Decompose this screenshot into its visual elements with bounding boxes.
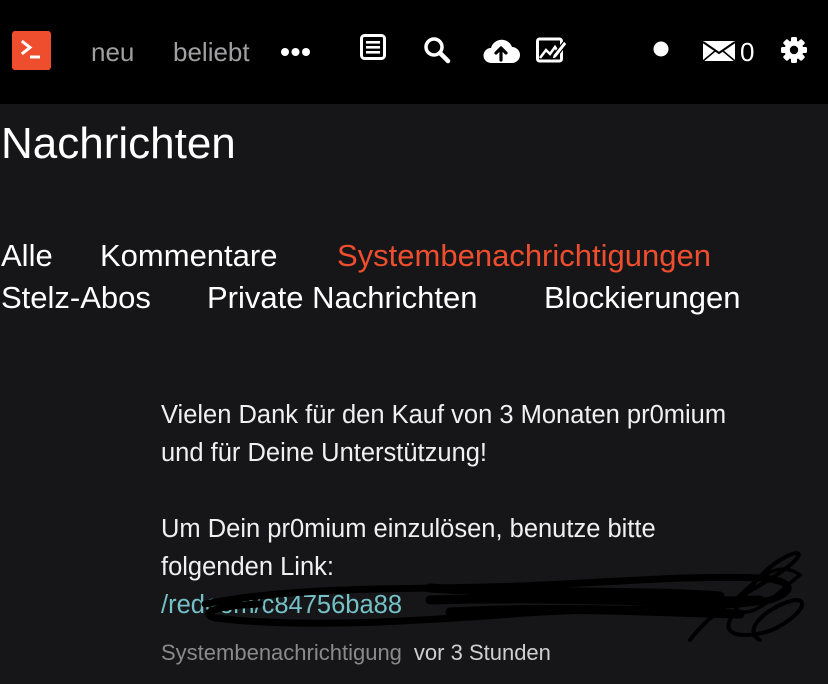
notification-type: Systembenachrichtigung: [161, 640, 402, 665]
tab-private-nachrichten[interactable]: Private Nachrichten: [207, 279, 478, 317]
notification-meta: Systembenachrichtigung vor 3 Stunden: [161, 638, 551, 668]
notification-time: vor 3 Stunden: [413, 640, 551, 665]
tab-kommentare[interactable]: Kommentare: [100, 237, 277, 275]
terminal-logo-icon[interactable]: [12, 31, 51, 70]
upload-cloud-icon[interactable]: [481, 36, 521, 64]
gear-icon[interactable]: [780, 36, 808, 64]
mail-icon[interactable]: [702, 40, 736, 62]
top-bar: neu beliebt 0: [0, 0, 828, 104]
list-icon[interactable]: [360, 34, 386, 60]
page-title: Nachrichten: [1, 119, 236, 168]
tab-stelz-abos[interactable]: Stelz-Abos: [1, 279, 151, 317]
tab-blockierungen[interactable]: Blockierungen: [544, 279, 740, 317]
message-line: und für Deine Unterstützung!: [161, 439, 488, 467]
message-line: Um Dein pr0mium einzulösen, benutze bitt…: [161, 515, 656, 543]
nav-link-neu[interactable]: neu: [91, 36, 134, 68]
redeem-link[interactable]: /redeem/c84756ba88: [161, 586, 402, 624]
notification-message: Vielen Dank für den Kauf von 3 Monaten p…: [161, 396, 821, 624]
nav-link-beliebt[interactable]: beliebt: [173, 36, 250, 68]
edit-image-icon[interactable]: [536, 35, 568, 65]
message-line: Vielen Dank für den Kauf von 3 Monaten p…: [161, 401, 727, 429]
status-dot-icon: [653, 41, 669, 57]
more-dots-icon[interactable]: [280, 45, 312, 59]
tab-alle[interactable]: Alle: [1, 237, 53, 275]
message-count[interactable]: 0: [740, 36, 754, 68]
tab-systembenachrichtigungen[interactable]: Systembenachrichtigungen: [337, 237, 711, 275]
message-line: folgenden Link:: [161, 553, 334, 581]
search-icon[interactable]: [423, 36, 451, 64]
